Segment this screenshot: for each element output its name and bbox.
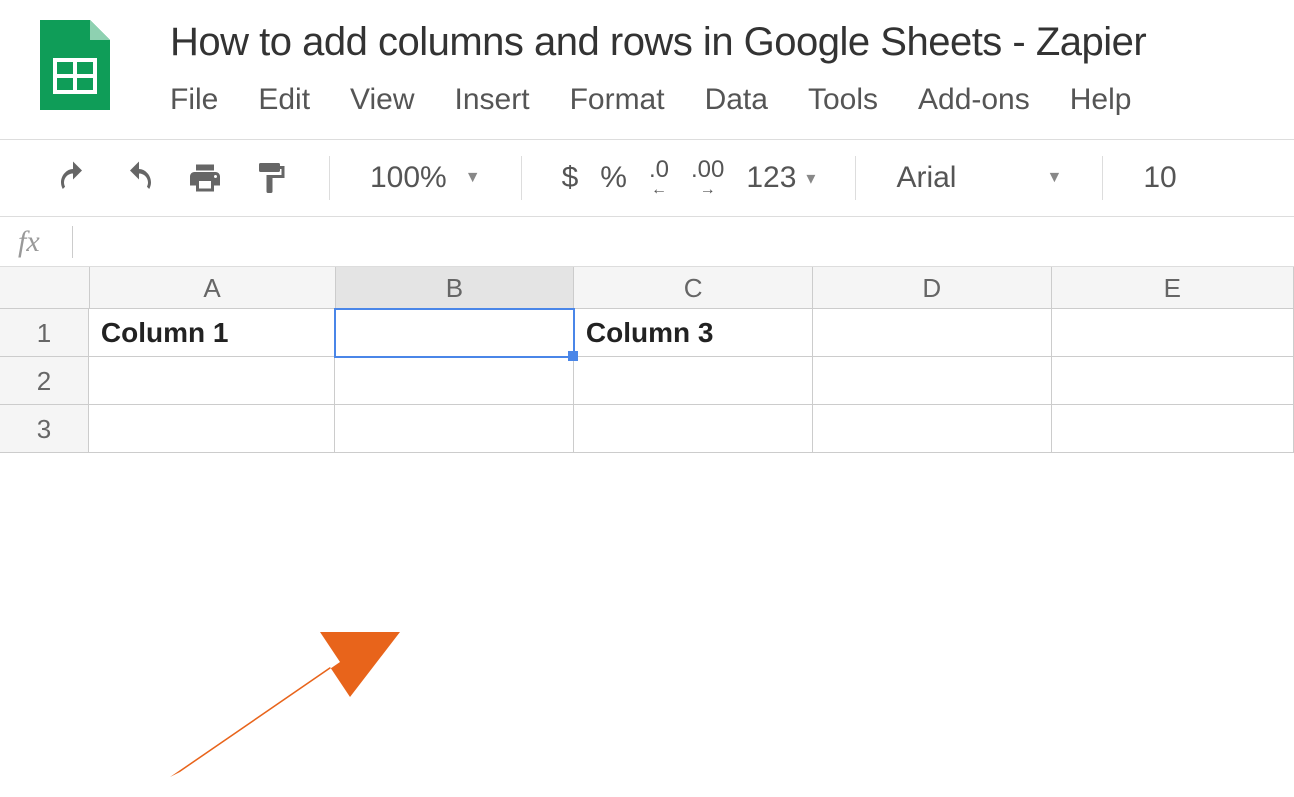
undo-icon[interactable]: [55, 160, 91, 196]
row-header-3[interactable]: 3: [0, 405, 89, 453]
cell-C2[interactable]: [574, 357, 813, 405]
menu-format[interactable]: Format: [570, 83, 665, 117]
font-selector[interactable]: Arial ▼: [896, 161, 1062, 195]
cell-A2[interactable]: [89, 357, 335, 405]
paint-format-icon[interactable]: [253, 160, 289, 196]
selection-handle[interactable]: [568, 351, 578, 361]
menu-file[interactable]: File: [170, 83, 218, 117]
arrow-left-icon: ←: [651, 182, 667, 198]
caret-down-icon: ▼: [465, 169, 481, 187]
toolbar: 100% ▼ $ % .0 ← .00 → 123 ▾ Arial ▼ 10: [0, 139, 1294, 217]
formula-bar: fx: [0, 217, 1294, 267]
select-all-corner[interactable]: [0, 267, 90, 309]
cell-B1[interactable]: [335, 309, 574, 357]
cell-A3[interactable]: [89, 405, 335, 453]
redo-icon[interactable]: [121, 160, 157, 196]
menu-tools[interactable]: Tools: [808, 83, 878, 117]
cell-E1[interactable]: [1052, 309, 1294, 357]
cell-E3[interactable]: [1052, 405, 1294, 453]
menu-edit[interactable]: Edit: [258, 83, 310, 117]
zoom-value: 100%: [370, 161, 447, 195]
menu-data[interactable]: Data: [705, 83, 768, 117]
cell-A1[interactable]: Column 1: [89, 309, 335, 357]
row-header-1[interactable]: 1: [0, 309, 89, 357]
cell-D1[interactable]: [813, 309, 1052, 357]
currency-format-button[interactable]: $: [562, 161, 579, 195]
column-header-B[interactable]: B: [336, 267, 575, 309]
menu-bar: File Edit View Insert Format Data Tools …: [170, 83, 1294, 117]
caret-down-icon: ▾: [806, 168, 815, 189]
row-header-2[interactable]: 2: [0, 357, 89, 405]
more-formats-button[interactable]: 123 ▾: [746, 161, 815, 195]
menu-view[interactable]: View: [350, 83, 414, 117]
column-header-E[interactable]: E: [1052, 267, 1294, 309]
column-header-A[interactable]: A: [90, 267, 336, 309]
print-icon[interactable]: [187, 160, 223, 196]
cell-B3[interactable]: [335, 405, 574, 453]
caret-down-icon: ▼: [1046, 169, 1062, 187]
column-header-C[interactable]: C: [574, 267, 813, 309]
cell-B2[interactable]: [335, 357, 574, 405]
increase-decimal-button[interactable]: .00 →: [691, 158, 724, 198]
cell-D2[interactable]: [813, 357, 1052, 405]
menu-help[interactable]: Help: [1070, 83, 1132, 117]
cell-D3[interactable]: [813, 405, 1052, 453]
cell-E2[interactable]: [1052, 357, 1294, 405]
cell-C1[interactable]: Column 3: [574, 309, 813, 357]
decrease-decimal-button[interactable]: .0 ←: [649, 158, 669, 198]
font-size-selector[interactable]: 10: [1143, 161, 1176, 195]
column-header-D[interactable]: D: [813, 267, 1052, 309]
formula-input[interactable]: [73, 217, 1276, 266]
annotation-arrow-icon: [150, 617, 410, 797]
fx-label: fx: [18, 225, 40, 259]
zoom-selector[interactable]: 100% ▼: [370, 161, 481, 195]
cell-C3[interactable]: [574, 405, 813, 453]
percent-format-button[interactable]: %: [600, 161, 627, 195]
sheets-doc-icon[interactable]: [40, 20, 110, 110]
menu-insert[interactable]: Insert: [455, 83, 530, 117]
arrow-right-icon: →: [700, 182, 716, 198]
spreadsheet-grid: A B C D E 1 Column 1 Column 3 2 3: [0, 267, 1294, 453]
menu-addons[interactable]: Add-ons: [918, 83, 1030, 117]
document-title[interactable]: How to add columns and rows in Google Sh…: [170, 20, 1294, 65]
